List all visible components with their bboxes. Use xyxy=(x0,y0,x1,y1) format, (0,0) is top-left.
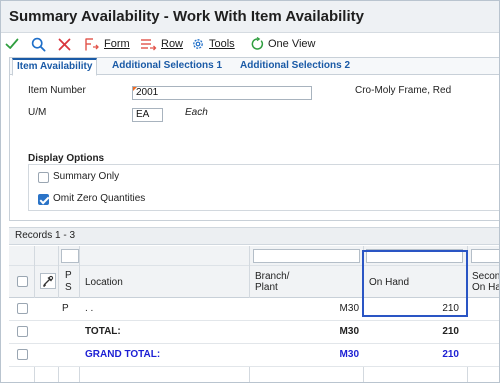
tools-menu-button[interactable]: Tools xyxy=(191,35,235,53)
check-icon xyxy=(5,38,19,49)
row-exit-icon xyxy=(42,275,54,288)
records-count: Records 1 - 3 xyxy=(9,227,499,245)
col-secondary-line1[interactable]: Secon xyxy=(472,271,499,282)
row-location: TOTAL: xyxy=(85,326,121,337)
tab-additional-selections-2[interactable]: Additional Selections 2 xyxy=(236,58,354,75)
col-branch-line1[interactable]: Branch/ xyxy=(255,271,289,282)
grid-header-row: P S Location Branch/ Plant On Hand Secon… xyxy=(9,266,500,298)
page-title: Summary Availability - Work With Item Av… xyxy=(9,8,364,25)
item-number-label: Item Number xyxy=(28,85,86,96)
omit-zero-checkbox[interactable] xyxy=(38,194,49,205)
item-number-value: 2001 xyxy=(136,87,159,98)
table-row-total[interactable]: TOTAL: M30 210 xyxy=(9,321,499,344)
tab-item-availability[interactable]: Item Availability xyxy=(12,58,98,76)
find-button[interactable] xyxy=(31,35,46,53)
window-frame: Summary Availability - Work With Item Av… xyxy=(0,0,500,383)
one-view-button[interactable]: One View xyxy=(250,35,316,53)
display-options-title: Display Options xyxy=(28,153,105,164)
one-view-label: One View xyxy=(268,38,316,50)
tools-gear-icon xyxy=(193,39,203,49)
summary-only-label: Summary Only xyxy=(53,171,120,182)
summary-only-checkbox[interactable] xyxy=(38,172,49,183)
required-marker xyxy=(133,87,137,91)
item-description: Cro-Moly Frame, Red xyxy=(355,85,452,96)
col-on-hand[interactable]: On Hand xyxy=(369,277,409,288)
row-on-hand: 210 xyxy=(442,326,459,337)
row-icon xyxy=(141,38,157,50)
search-icon xyxy=(31,37,46,52)
um-description: Each xyxy=(185,107,208,118)
row-ps: P xyxy=(62,303,69,314)
row-branch: M30 xyxy=(339,303,359,314)
row-checkbox[interactable] xyxy=(17,326,28,337)
row-on-hand: 210 xyxy=(442,303,459,314)
header-form-panel: Item Availability Additional Selections … xyxy=(9,57,499,221)
col-secondary-line2: On Ha xyxy=(472,282,500,293)
query-by-example-row xyxy=(9,246,499,266)
row-branch: M30 xyxy=(339,349,359,360)
col-branch-line2: Plant xyxy=(255,282,278,293)
one-view-icon xyxy=(251,37,264,50)
col-ps-line1: P xyxy=(65,270,72,281)
col-ps-line2: S xyxy=(65,282,72,293)
item-number-field[interactable]: 2001 xyxy=(132,86,312,100)
qbe-on-hand-input[interactable] xyxy=(366,249,463,263)
row-on-hand: 210 xyxy=(442,349,459,360)
form-icon xyxy=(85,37,99,50)
table-row[interactable]: P . . M30 210 xyxy=(9,298,499,321)
um-label: U/M xyxy=(28,107,47,118)
table-row-grand-total[interactable]: GRAND TOTAL: M30 210 xyxy=(9,344,499,367)
row-branch: M30 xyxy=(339,326,359,337)
form-menu-label: Form xyxy=(104,38,130,50)
um-field[interactable]: EA xyxy=(132,108,163,122)
row-location: GRAND TOTAL: xyxy=(85,349,161,360)
display-options-box: Summary Only Omit Zero Quantities xyxy=(28,164,499,211)
row-menu-button[interactable]: Row xyxy=(140,35,183,53)
row-location: . . xyxy=(85,303,94,314)
omit-zero-label: Omit Zero Quantities xyxy=(53,193,146,204)
toolbar: Form Row Tools One View xyxy=(1,33,499,55)
select-button[interactable] xyxy=(5,35,19,53)
um-value: EA xyxy=(136,109,150,120)
tab-additional-selections-1[interactable]: Additional Selections 1 xyxy=(108,58,226,75)
close-icon xyxy=(58,38,71,50)
title-bar: Summary Availability - Work With Item Av… xyxy=(1,1,499,33)
results-grid: Records 1 - 3 P S Location Branch/ Plant… xyxy=(9,227,500,382)
close-button[interactable] xyxy=(58,35,71,53)
qbe-ps-input[interactable] xyxy=(61,249,79,263)
tab-strip: Item Availability Additional Selections … xyxy=(10,58,499,76)
row-checkbox[interactable] xyxy=(17,303,28,314)
tools-menu-label: Tools xyxy=(209,38,235,50)
row-exit-button[interactable] xyxy=(40,273,56,289)
col-location[interactable]: Location xyxy=(85,277,123,288)
form-menu-button[interactable]: Form xyxy=(84,35,130,53)
qbe-branch-input[interactable] xyxy=(253,249,360,263)
select-all-checkbox[interactable] xyxy=(17,276,28,287)
qbe-secondary-input[interactable] xyxy=(471,249,499,263)
row-menu-label: Row xyxy=(161,38,184,50)
row-checkbox[interactable] xyxy=(17,349,28,360)
